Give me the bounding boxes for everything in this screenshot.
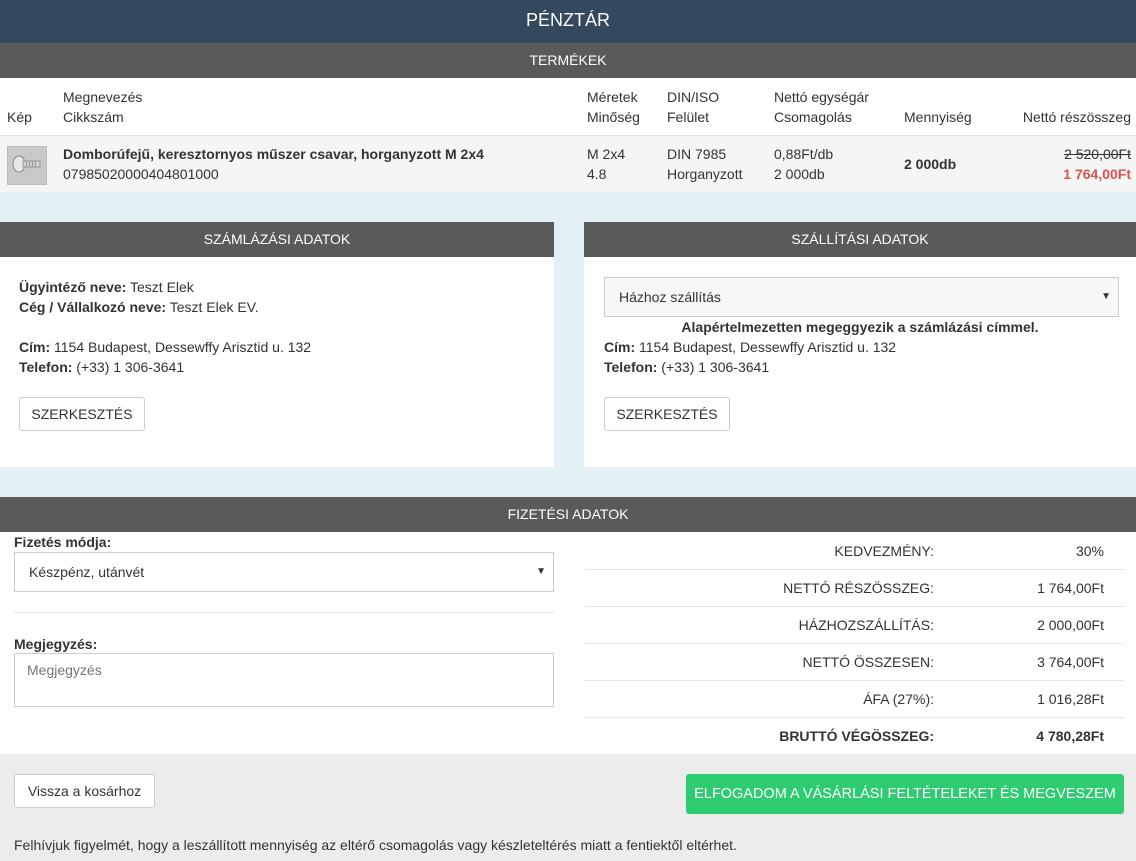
back-to-cart-button[interactable]: Vissza a kosárhoz	[14, 774, 155, 808]
header-unit-price: Nettó egységár	[774, 89, 869, 105]
summary-label: HÁZHOZSZÁLLÍTÁS:	[798, 617, 934, 633]
billing-panel: SZÁMLÁZÁSI ADATOK Ügyintéző neve: Teszt …	[0, 222, 554, 467]
header-sku: Cikkszám	[63, 109, 124, 125]
shipping-address-value: 1154 Budapest, Dessewffy Arisztid u. 132	[639, 339, 897, 355]
billing-agent-label: Ügyintéző neve:	[19, 279, 127, 295]
billing-section-title: SZÁMLÁZÁSI ADATOK	[0, 222, 554, 257]
caret-down-icon: ▼	[1101, 291, 1111, 302]
product-unit-price: 0,88Ft/db	[774, 146, 834, 162]
summary-value: 4 780,28Ft	[1036, 728, 1104, 744]
product-quantity: 2 000db	[904, 156, 957, 172]
payment-method-select[interactable]: Készpénz, utánvét ▼	[14, 552, 554, 592]
quantity-notice: Felhívjuk figyelmét, hogy a leszállított…	[14, 837, 737, 853]
summary-row-shipping: HÁZHOZSZÁLLÍTÁS: 2 000,00Ft	[585, 607, 1124, 644]
header-subtotal: Nettó részösszeg	[1022, 109, 1131, 125]
product-name[interactable]: Domborúfejű, keresztornyos műszer csavar…	[63, 144, 484, 164]
note-label: Megjegyzés:	[14, 636, 98, 652]
billing-address-value: 1154 Budapest, Dessewffy Arisztid u. 132	[54, 339, 312, 355]
summary-row-vat: ÁFA (27%): 1 016,28Ft	[585, 681, 1124, 718]
header-quality: Minőség	[587, 109, 640, 125]
billing-agent-value: Teszt Elek	[130, 279, 194, 295]
shipping-panel: SZÁLLÍTÁSI ADATOK Házhoz szállítás ▼ Ala…	[584, 222, 1136, 467]
billing-company-label: Cég / Vállalkozó neve:	[19, 299, 167, 315]
header-surface: Felület	[667, 109, 710, 125]
product-subtotal: 1 764,00Ft	[1063, 166, 1131, 182]
summary-value: 2 000,00Ft	[1037, 617, 1104, 633]
shipping-phone-value: (+33) 1 306-3641	[661, 359, 770, 375]
billing-company-value: Teszt Elek EV.	[169, 299, 259, 315]
summary-row-discount: KEDVEZMÉNY: 30%	[585, 533, 1124, 570]
payment-method-label: Fizetés módja:	[14, 534, 112, 550]
payment-section: FIZETÉSI ADATOK Fizetés módja: Készpénz,…	[0, 497, 1136, 754]
summary-label: NETTÓ ÖSSZESEN:	[802, 654, 934, 670]
billing-edit-button[interactable]: SZERKESZTÉS	[19, 397, 145, 431]
header-size: Méretek	[587, 89, 638, 105]
payment-method-value: Készpénz, utánvét	[29, 564, 145, 580]
payment-section-title: FIZETÉSI ADATOK	[0, 497, 1136, 532]
screw-image	[8, 147, 46, 184]
shipping-method-value: Házhoz szállítás	[619, 289, 721, 305]
divider	[14, 612, 554, 613]
summary-label: BRUTTÓ VÉGÖSSZEG:	[779, 728, 934, 744]
billing-phone-label: Telefon:	[19, 359, 73, 375]
summary-row-net-total: NETTÓ ÖSSZESEN: 3 764,00Ft	[585, 644, 1124, 681]
shipping-address-label: Cím:	[604, 339, 636, 355]
page-title: PÉNZTÁR	[0, 0, 1136, 43]
product-din: DIN 7985	[667, 146, 727, 162]
products-table: Kép Megnevezés Cikkszám Méretek Minőség …	[0, 78, 1136, 192]
summary-label: KEDVEZMÉNY:	[834, 543, 934, 559]
header-packaging: Csomagolás	[774, 109, 852, 125]
shipping-default-note: Alapértelmezetten megeggyezik a számlázá…	[681, 319, 1039, 335]
product-sku: 07985020000404801000	[63, 166, 219, 182]
products-section-title: TERMÉKEK	[0, 43, 1136, 78]
note-textarea[interactable]	[14, 653, 554, 707]
product-quality: 4.8	[587, 166, 607, 182]
product-thumbnail[interactable]	[7, 146, 47, 185]
header-din: DIN/ISO	[667, 89, 720, 105]
summary-row-gross-total: BRUTTÓ VÉGÖSSZEG: 4 780,28Ft	[585, 718, 1124, 755]
billing-address-label: Cím:	[19, 339, 51, 355]
billing-phone-value: (+33) 1 306-3641	[76, 359, 185, 375]
shipping-section-title: SZÁLLÍTÁSI ADATOK	[584, 222, 1136, 257]
products-table-header: Kép Megnevezés Cikkszám Méretek Minőség …	[0, 78, 1136, 136]
summary-value: 1 016,28Ft	[1037, 691, 1104, 707]
summary-label: NETTÓ RÉSZÖSSZEG:	[783, 580, 934, 596]
shipping-phone-label: Telefon:	[604, 359, 658, 375]
checkout-footer: Vissza a kosárhoz ELFOGADOM A VÁSÁRLÁSI …	[0, 754, 1136, 861]
caret-down-icon: ▼	[536, 566, 546, 577]
header-quantity: Mennyiség	[904, 109, 972, 125]
accept-and-buy-button[interactable]: ELFOGADOM A VÁSÁRLÁSI FELTÉTELEKET ÉS ME…	[686, 774, 1124, 814]
shipping-method-select[interactable]: Házhoz szállítás ▼	[604, 277, 1119, 317]
products-section: TERMÉKEK Kép Megnevezés Cikkszám Méretek…	[0, 43, 1136, 192]
table-row: Domborúfejű, keresztornyos műszer csavar…	[0, 136, 1136, 192]
header-name: Megnevezés	[63, 89, 143, 105]
summary-row-net-subtotal: NETTÓ RÉSZÖSSZEG: 1 764,00Ft	[585, 570, 1124, 607]
summary-value: 1 764,00Ft	[1037, 580, 1104, 596]
summary-label: ÁFA (27%):	[863, 691, 934, 707]
product-old-subtotal: 2 520,00Ft	[1064, 146, 1131, 162]
product-surface: Horganyzott	[667, 166, 743, 182]
summary-value: 30%	[1075, 543, 1104, 559]
summary-value: 3 764,00Ft	[1037, 654, 1104, 670]
header-image: Kép	[7, 109, 32, 125]
product-packaging: 2 000db	[774, 166, 825, 182]
product-size: M 2x4	[587, 146, 626, 162]
shipping-edit-button[interactable]: SZERKESZTÉS	[604, 397, 730, 431]
